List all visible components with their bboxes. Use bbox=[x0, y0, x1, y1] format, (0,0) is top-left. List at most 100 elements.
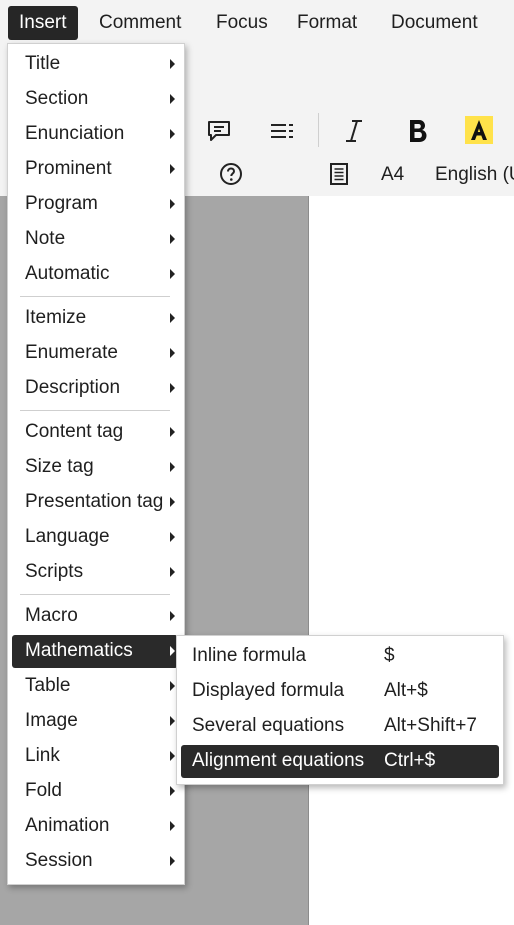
submenu-arrow-icon bbox=[170, 94, 175, 104]
menu-focus[interactable]: Focus bbox=[216, 6, 268, 40]
menu-item-language[interactable]: Language bbox=[12, 521, 178, 554]
menu-item-label: Link bbox=[25, 745, 60, 766]
menu-item-label: Itemize bbox=[25, 307, 87, 328]
menu-item-label: Size tag bbox=[25, 456, 94, 477]
menu-document[interactable]: Document bbox=[391, 6, 478, 40]
submenu-item-label: Inline formula bbox=[192, 645, 307, 666]
menu-item-size-tag[interactable]: Size tag bbox=[12, 451, 178, 484]
submenu-item-several-equations[interactable]: Several equations Alt+Shift+7 bbox=[181, 710, 499, 743]
submenu-arrow-icon bbox=[170, 462, 175, 472]
menu-item-content-tag[interactable]: Content tag bbox=[12, 416, 178, 449]
italic-icon[interactable] bbox=[342, 118, 366, 144]
insert-menu: Title Section Enunciation Prominent Prog… bbox=[7, 43, 185, 885]
submenu-arrow-icon bbox=[170, 751, 175, 761]
menu-item-section[interactable]: Section bbox=[12, 83, 178, 116]
submenu-item-label: Several equations bbox=[192, 715, 345, 736]
menu-item-label: Automatic bbox=[25, 263, 110, 284]
submenu-arrow-icon bbox=[170, 681, 175, 691]
paragraph-align-icon[interactable] bbox=[269, 121, 295, 141]
submenu-arrow-icon bbox=[170, 59, 175, 69]
submenu-item-label: Displayed formula bbox=[192, 680, 345, 701]
shortcut-label: Alt+Shift+7 bbox=[384, 715, 477, 736]
menu-item-enumerate[interactable]: Enumerate bbox=[12, 337, 178, 370]
menu-item-label: Title bbox=[25, 53, 61, 74]
menu-item-presentation-tag[interactable]: Presentation tag bbox=[12, 486, 178, 519]
menu-item-enunciation[interactable]: Enunciation bbox=[12, 118, 178, 151]
menu-insert[interactable]: Insert bbox=[8, 6, 78, 40]
submenu-arrow-icon bbox=[170, 234, 175, 244]
menu-item-itemize[interactable]: Itemize bbox=[12, 302, 178, 335]
submenu-arrow-icon bbox=[170, 129, 175, 139]
submenu-item-inline-formula[interactable]: Inline formula $ bbox=[181, 640, 499, 673]
menu-item-note[interactable]: Note bbox=[12, 223, 178, 256]
bold-icon[interactable] bbox=[405, 117, 431, 145]
submenu-arrow-icon bbox=[170, 716, 175, 726]
menu-item-image[interactable]: Image bbox=[12, 705, 178, 738]
document-page[interactable] bbox=[308, 196, 514, 925]
menu-item-label: Enunciation bbox=[25, 123, 125, 144]
menu-item-label: Mathematics bbox=[25, 640, 133, 661]
submenu-arrow-icon bbox=[170, 427, 175, 437]
shortcut-label: Alt+$ bbox=[384, 680, 428, 701]
menu-separator bbox=[20, 594, 170, 595]
menu-item-prominent[interactable]: Prominent bbox=[12, 153, 178, 186]
menu-item-label: Session bbox=[25, 850, 93, 871]
menu-comment[interactable]: Comment bbox=[99, 6, 181, 40]
page-size-selector[interactable]: A4 bbox=[381, 164, 404, 186]
menu-item-automatic[interactable]: Automatic bbox=[12, 258, 178, 291]
menu-item-scripts[interactable]: Scripts bbox=[12, 556, 178, 589]
menu-item-label: Language bbox=[25, 526, 110, 547]
menu-item-label: Content tag bbox=[25, 421, 124, 442]
menu-item-animation[interactable]: Animation bbox=[12, 810, 178, 843]
highlight-icon[interactable] bbox=[465, 116, 493, 144]
submenu-arrow-icon bbox=[170, 164, 175, 174]
submenu-arrow-icon bbox=[170, 313, 175, 323]
submenu-arrow-icon bbox=[170, 856, 175, 866]
submenu-arrow-icon bbox=[170, 646, 175, 656]
submenu-arrow-icon bbox=[170, 269, 175, 279]
menu-item-mathematics[interactable]: Mathematics bbox=[12, 635, 178, 668]
menu-item-label: Image bbox=[25, 710, 78, 731]
mathematics-submenu: Inline formula $ Displayed formula Alt+$… bbox=[176, 635, 504, 785]
help-icon[interactable] bbox=[219, 162, 243, 186]
submenu-arrow-icon bbox=[170, 532, 175, 542]
submenu-item-alignment-equations[interactable]: Alignment equations Ctrl+$ bbox=[181, 745, 499, 778]
comment-icon[interactable] bbox=[206, 119, 232, 143]
shortcut-label: Ctrl+$ bbox=[384, 750, 436, 771]
menu-item-label: Description bbox=[25, 377, 121, 398]
menu-item-label: Enumerate bbox=[25, 342, 118, 363]
language-selector[interactable]: English (U bbox=[435, 164, 514, 186]
menu-item-label: Macro bbox=[25, 605, 78, 626]
menu-item-title[interactable]: Title bbox=[12, 48, 178, 81]
menu-item-session[interactable]: Session bbox=[12, 845, 178, 878]
menu-item-program[interactable]: Program bbox=[12, 188, 178, 221]
menu-separator bbox=[20, 296, 170, 297]
menu-item-label: Table bbox=[25, 675, 71, 696]
submenu-arrow-icon bbox=[170, 567, 175, 577]
submenu-item-displayed-formula[interactable]: Displayed formula Alt+$ bbox=[181, 675, 499, 708]
submenu-arrow-icon bbox=[170, 497, 175, 507]
menu-item-label: Presentation tag bbox=[25, 491, 164, 512]
menu-item-description[interactable]: Description bbox=[12, 372, 178, 405]
submenu-arrow-icon bbox=[170, 821, 175, 831]
submenu-arrow-icon bbox=[170, 199, 175, 209]
menu-item-label: Fold bbox=[25, 780, 62, 801]
menu-item-label: Program bbox=[25, 193, 98, 214]
submenu-arrow-icon bbox=[170, 786, 175, 796]
menu-format[interactable]: Format bbox=[297, 6, 357, 40]
menu-item-label: Scripts bbox=[25, 561, 84, 582]
menu-item-label: Prominent bbox=[25, 158, 112, 179]
menu-item-label: Animation bbox=[25, 815, 110, 836]
menu-item-link[interactable]: Link bbox=[12, 740, 178, 773]
menu-item-fold[interactable]: Fold bbox=[12, 775, 178, 808]
submenu-item-label: Alignment equations bbox=[192, 750, 365, 771]
menu-item-macro[interactable]: Macro bbox=[12, 600, 178, 633]
submenu-arrow-icon bbox=[170, 348, 175, 358]
toolbar-separator bbox=[318, 113, 319, 147]
page-icon[interactable] bbox=[329, 163, 349, 185]
submenu-arrow-icon bbox=[170, 611, 175, 621]
menu-item-table[interactable]: Table bbox=[12, 670, 178, 703]
menubar: Insert Comment Focus Format Document bbox=[0, 0, 514, 46]
shortcut-label: $ bbox=[384, 645, 395, 666]
menu-item-label: Section bbox=[25, 88, 89, 109]
